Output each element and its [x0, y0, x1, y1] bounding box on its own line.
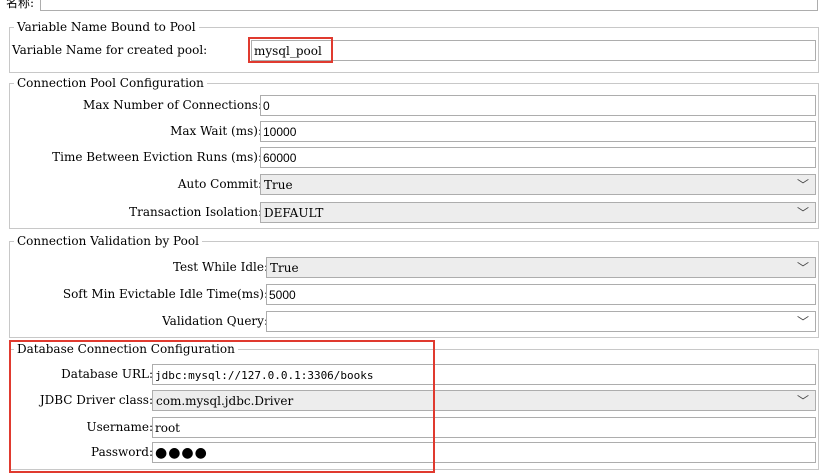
chevron-down-icon: ﹀ — [796, 261, 809, 275]
chevron-down-icon: ﹀ — [796, 394, 809, 408]
validation-legend: Connection Validation by Pool — [14, 234, 202, 248]
validation-query-select[interactable]: ﹀ — [266, 311, 816, 332]
soft-min-idle-label: Soft Min Evictable Idle Time(ms): — [62, 287, 268, 301]
transaction-isolation-select[interactable]: DEFAULT ﹀ — [260, 202, 816, 223]
max-connections-label: Max Number of Connections: — [83, 98, 262, 112]
pool-config-group: Connection Pool Configuration Max Number… — [9, 76, 819, 229]
eviction-runs-value: 60000 — [263, 151, 297, 165]
database-url-value: jdbc:mysql://127.0.0.1:3306/books — [155, 369, 374, 382]
pool-variable-legend: Variable Name Bound to Pool — [14, 20, 199, 34]
soft-min-idle-input[interactable]: 5000 — [266, 284, 816, 305]
transaction-isolation-label: Transaction Isolation: — [129, 205, 262, 219]
chevron-down-icon: ﹀ — [796, 206, 809, 220]
max-wait-label: Max Wait (ms): — [170, 124, 262, 138]
database-url-input[interactable]: jdbc:mysql://127.0.0.1:3306/books — [152, 364, 816, 385]
name-field[interactable] — [40, 0, 818, 11]
auto-commit-select[interactable]: True ﹀ — [260, 174, 816, 195]
eviction-runs-label: Time Between Eviction Runs (ms): — [52, 150, 262, 164]
username-label: Username: — [86, 420, 153, 434]
auto-commit-label: Auto Commit: — [177, 177, 262, 191]
auto-commit-value: True — [264, 178, 293, 192]
username-value: root — [155, 421, 181, 435]
transaction-isolation-value: DEFAULT — [264, 206, 324, 220]
jdbc-driver-label: JDBC Driver class: — [39, 393, 153, 407]
eviction-runs-input[interactable]: 60000 — [260, 147, 816, 168]
chevron-down-icon: ﹀ — [796, 178, 809, 192]
created-pool-input[interactable]: mysql_pool — [251, 40, 816, 61]
name-row: 名称: — [0, 0, 827, 12]
max-connections-input[interactable]: 0 — [260, 95, 816, 116]
username-input[interactable]: root — [152, 417, 816, 438]
created-pool-label: Variable Name for created pool: — [12, 43, 208, 57]
pool-config-legend: Connection Pool Configuration — [14, 76, 207, 90]
chevron-down-icon: ﹀ — [796, 315, 809, 329]
jdbc-driver-value: com.mysql.jdbc.Driver — [156, 394, 294, 408]
db-connection-legend: Database Connection Configuration — [14, 342, 238, 356]
validation-group: Connection Validation by Pool Test While… — [9, 234, 819, 338]
name-label: 名称: — [6, 0, 35, 10]
db-connection-group: Database Connection Configuration Databa… — [9, 342, 819, 470]
test-while-idle-value: True — [270, 261, 299, 275]
max-wait-input[interactable]: 10000 — [260, 121, 816, 142]
validation-query-label: Validation Query: — [162, 314, 268, 328]
test-while-idle-select[interactable]: True ﹀ — [266, 257, 816, 278]
soft-min-idle-value: 5000 — [269, 288, 296, 302]
test-while-idle-label: Test While Idle: — [172, 260, 268, 274]
password-value: ●●●● — [155, 445, 208, 461]
password-label: Password: — [91, 445, 153, 459]
max-connections-value: 0 — [263, 99, 270, 113]
pool-variable-group: Variable Name Bound to Pool Variable Nam… — [9, 20, 819, 73]
jdbc-driver-select[interactable]: com.mysql.jdbc.Driver ﹀ — [152, 390, 816, 411]
password-input[interactable]: ●●●● — [152, 442, 816, 463]
database-url-label: Database URL: — [61, 367, 153, 381]
max-wait-value: 10000 — [263, 125, 297, 139]
created-pool-value: mysql_pool — [254, 44, 322, 58]
